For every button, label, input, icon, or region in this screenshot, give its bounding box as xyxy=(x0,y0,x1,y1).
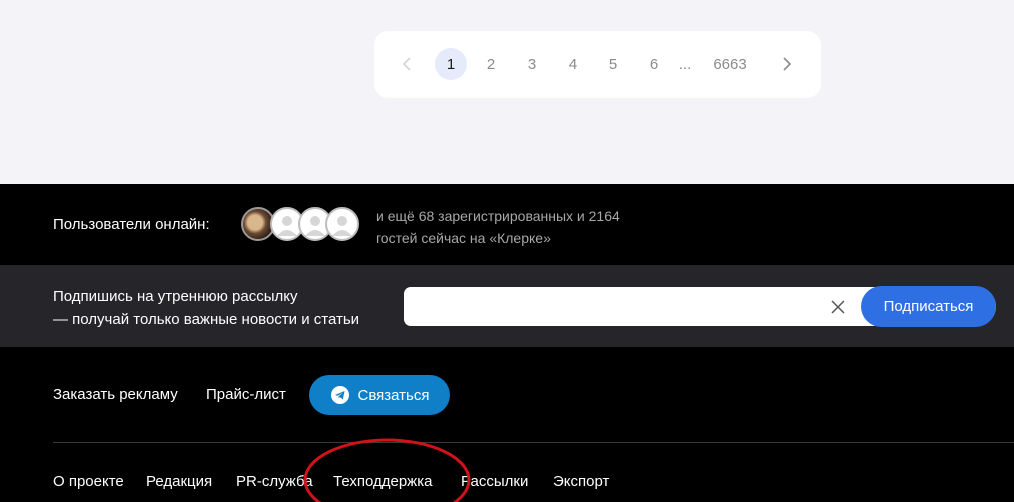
page-5-button[interactable]: 5 xyxy=(597,48,629,80)
newsletter-subtitle: — получай только важные новости и статьи xyxy=(53,311,360,328)
footer-link-pr[interactable]: PR-служба xyxy=(236,473,313,490)
contact-button-label: Связаться xyxy=(357,386,430,404)
newsletter-title: Подпишись на утреннюю рассылку xyxy=(53,288,298,305)
chevron-left-icon xyxy=(402,57,411,71)
chevron-right-icon xyxy=(783,57,792,71)
pagination: 1 2 3 4 5 6 ... 6663 xyxy=(374,31,821,98)
pagination-ellipsis: ... xyxy=(678,55,692,73)
online-users-count-line: и ещё 68 зарегистрированных и 2164 xyxy=(376,208,620,224)
footer-link-support[interactable]: Техподдержка xyxy=(333,473,432,490)
next-page-button[interactable] xyxy=(774,48,800,80)
user-icon xyxy=(332,216,352,236)
avatar[interactable] xyxy=(325,207,359,241)
content-area: 1 2 3 4 5 6 ... 6663 xyxy=(0,0,1014,184)
online-users-text: и ещё 68 зарегистрированных и 2164 госте… xyxy=(376,205,676,249)
footer-link-editorial[interactable]: Редакция xyxy=(146,473,212,490)
footer: Заказать рекламу Прайс-лист Связаться О … xyxy=(0,347,1014,502)
subscribe-button[interactable]: Подписаться xyxy=(861,286,996,327)
page-6-button[interactable]: 6 xyxy=(638,48,670,80)
price-list-link[interactable]: Прайс-лист xyxy=(206,386,286,403)
page-2-button[interactable]: 2 xyxy=(475,48,507,80)
footer-link-about[interactable]: О проекте xyxy=(53,473,124,490)
newsletter-text: Подпишись на утреннюю рассылку — получай… xyxy=(53,285,359,331)
page-3-button[interactable]: 3 xyxy=(516,48,548,80)
order-ad-link[interactable]: Заказать рекламу xyxy=(53,386,178,403)
online-guests-line: гостей сейчас на «Клерке» xyxy=(376,230,551,246)
page-1-button[interactable]: 1 xyxy=(435,48,467,80)
footer-divider xyxy=(53,442,1014,443)
online-users-label: Пользователи онлайн: xyxy=(53,216,210,233)
prev-page-button[interactable] xyxy=(394,48,420,80)
last-page-button[interactable]: 6663 xyxy=(706,48,754,80)
footer-link-export[interactable]: Экспорт xyxy=(553,473,609,490)
contact-button[interactable]: Связаться xyxy=(309,375,450,415)
close-icon[interactable] xyxy=(828,297,848,317)
telegram-icon xyxy=(330,386,349,404)
newsletter-bar: Подпишись на утреннюю рассылку — получай… xyxy=(0,265,1014,347)
page-4-button[interactable]: 4 xyxy=(557,48,589,80)
footer-link-newsletters[interactable]: Рассылки xyxy=(461,473,528,490)
